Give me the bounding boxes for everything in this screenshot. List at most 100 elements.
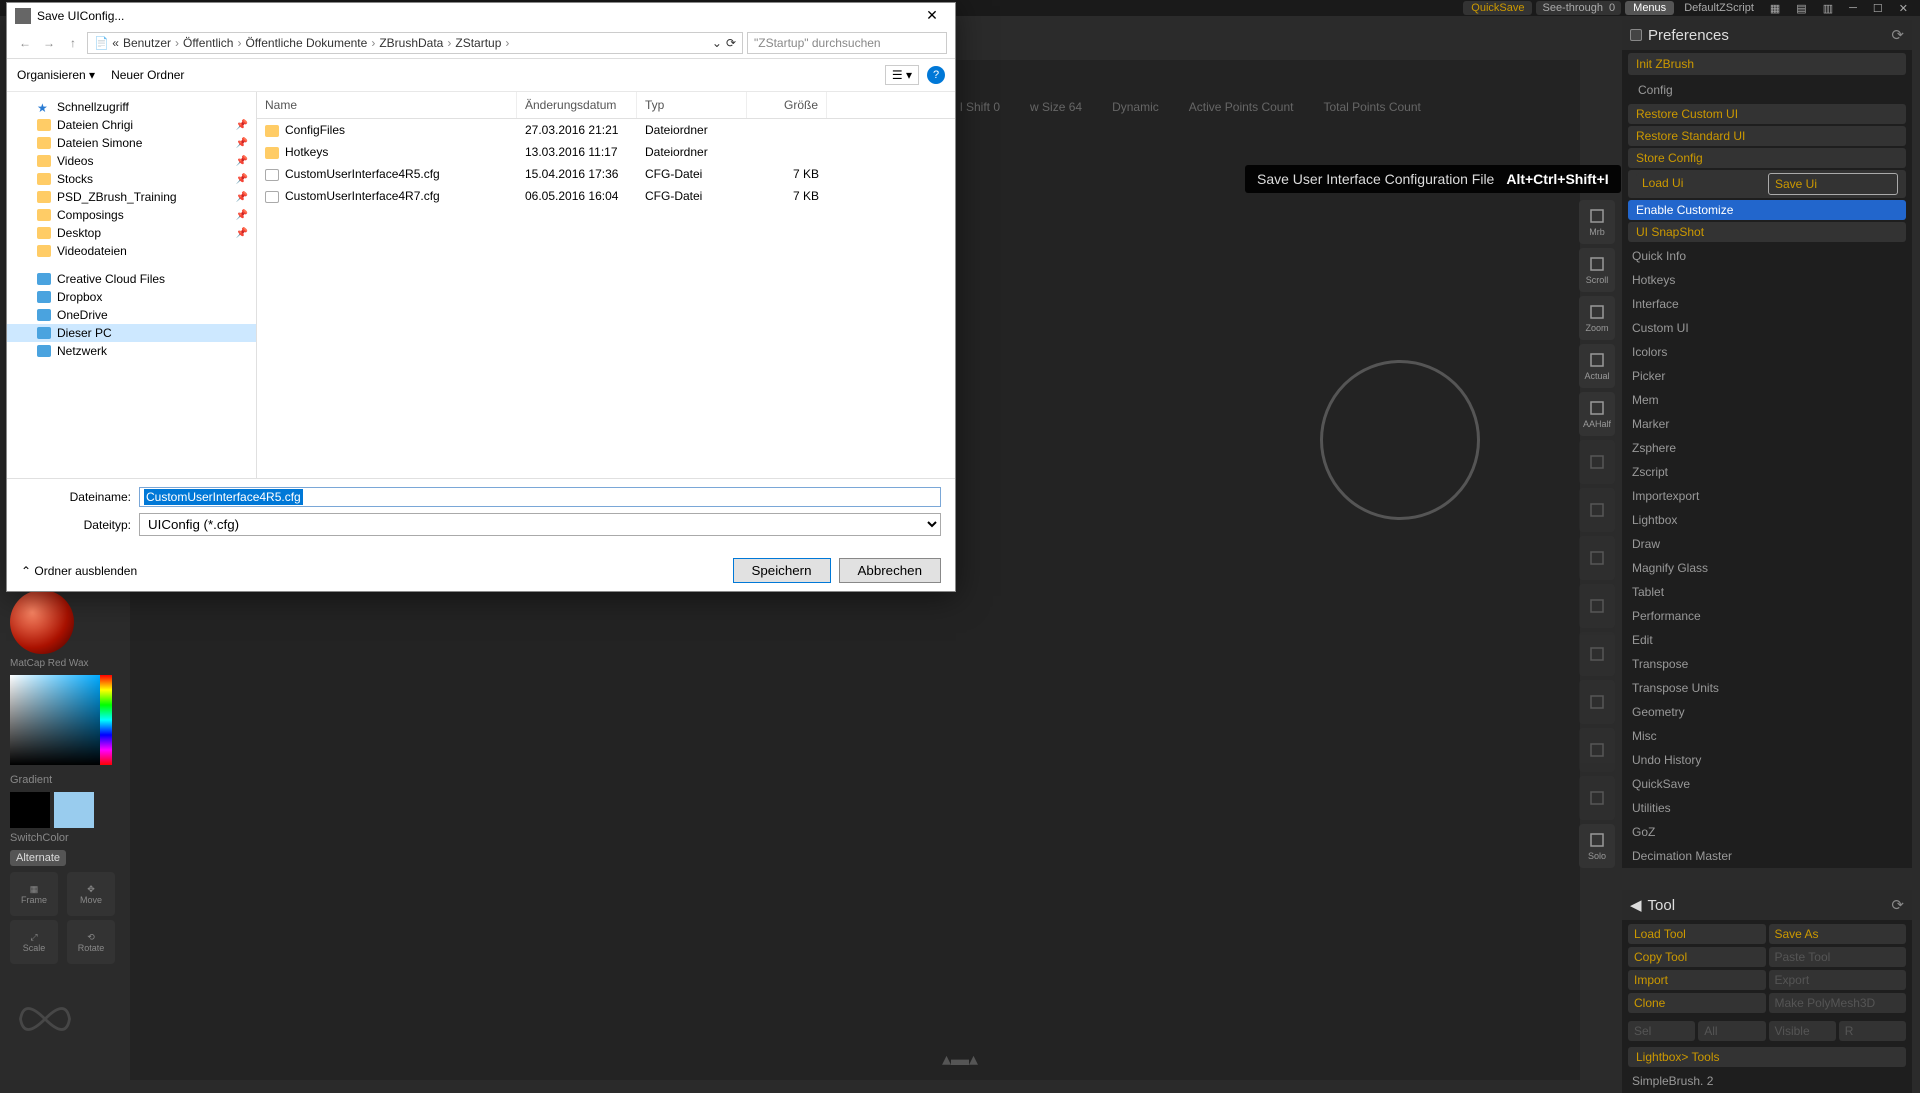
load-ui-button[interactable]: Load Ui bbox=[1636, 173, 1764, 195]
close-icon[interactable]: ✕ bbox=[1893, 2, 1914, 15]
filetype-select[interactable]: UIConfig (*.cfg) bbox=[139, 513, 941, 536]
enable-customize-toggle[interactable]: Enable Customize bbox=[1628, 200, 1906, 220]
pref-section-draw[interactable]: Draw bbox=[1622, 532, 1912, 556]
tree-item-videodateien[interactable]: Videodateien bbox=[7, 242, 256, 260]
hide-folders-toggle[interactable]: ⌃ Ordner ausblenden bbox=[21, 564, 137, 578]
tree-item-videos[interactable]: Videos📌 bbox=[7, 152, 256, 170]
tree-item-netzwerk[interactable]: Netzwerk bbox=[7, 342, 256, 360]
filename-input[interactable]: CustomUserInterface4R5.cfg bbox=[139, 487, 941, 507]
pref-section-custom-ui[interactable]: Custom UI bbox=[1622, 316, 1912, 340]
swatch-secondary[interactable] bbox=[54, 792, 94, 828]
ui-snapshot-button[interactable]: UI SnapShot bbox=[1628, 222, 1906, 242]
scale-button[interactable]: ⤢Scale bbox=[10, 920, 58, 964]
nav-Solo[interactable]: Solo bbox=[1579, 824, 1615, 868]
color-picker[interactable] bbox=[10, 675, 100, 765]
nav-Scroll[interactable]: Scroll bbox=[1579, 248, 1615, 292]
checkbox-icon[interactable] bbox=[1630, 29, 1642, 41]
close-button[interactable]: ✕ bbox=[917, 7, 947, 24]
init-zbrush-button[interactable]: Init ZBrush bbox=[1628, 53, 1906, 75]
pref-section-icolors[interactable]: Icolors bbox=[1622, 340, 1912, 364]
import-button[interactable]: Import bbox=[1628, 970, 1766, 990]
tree-item-dieser-pc[interactable]: Dieser PC bbox=[7, 324, 256, 342]
nav-button[interactable] bbox=[1579, 680, 1615, 724]
tree-item-creative-cloud-files[interactable]: Creative Cloud Files bbox=[7, 270, 256, 288]
nav-button[interactable] bbox=[1579, 632, 1615, 676]
frame-button[interactable]: ▦Frame bbox=[10, 872, 58, 916]
file-row[interactable]: Hotkeys13.03.2016 11:17Dateiordner bbox=[257, 141, 955, 163]
tree-item-onedrive[interactable]: OneDrive bbox=[7, 306, 256, 324]
tree-item-dateien-simone[interactable]: Dateien Simone📌 bbox=[7, 134, 256, 152]
nav-Mrb[interactable]: Mrb bbox=[1579, 200, 1615, 244]
pref-section-interface[interactable]: Interface bbox=[1622, 292, 1912, 316]
pref-section-misc[interactable]: Misc bbox=[1622, 724, 1912, 748]
pref-section-magnify-glass[interactable]: Magnify Glass bbox=[1622, 556, 1912, 580]
tree-item-psd_zbrush_training[interactable]: PSD_ZBrush_Training📌 bbox=[7, 188, 256, 206]
new-folder-button[interactable]: Neuer Ordner bbox=[111, 68, 184, 82]
minimize-icon[interactable]: ─ bbox=[1843, 2, 1863, 14]
pref-section-hotkeys[interactable]: Hotkeys bbox=[1622, 268, 1912, 292]
pref-section-geometry[interactable]: Geometry bbox=[1622, 700, 1912, 724]
load-tool-button[interactable]: Load Tool bbox=[1628, 924, 1766, 944]
lightbox-tools-button[interactable]: Lightbox> Tools bbox=[1628, 1047, 1906, 1067]
file-row[interactable]: CustomUserInterface4R5.cfg15.04.2016 17:… bbox=[257, 163, 955, 185]
nav-button[interactable] bbox=[1579, 584, 1615, 628]
config-section[interactable]: Config bbox=[1622, 78, 1912, 102]
pref-section-mem[interactable]: Mem bbox=[1622, 388, 1912, 412]
file-row[interactable]: ConfigFiles27.03.2016 21:21Dateiordner bbox=[257, 119, 955, 141]
view-mode-button[interactable]: ☰ ▾ bbox=[885, 65, 919, 85]
titlebar-icon[interactable]: ▥ bbox=[1817, 2, 1839, 15]
tool-header[interactable]: ◀Tool ⟳ bbox=[1622, 890, 1912, 920]
tree-item-desktop[interactable]: Desktop📌 bbox=[7, 224, 256, 242]
pref-section-transpose-units[interactable]: Transpose Units bbox=[1622, 676, 1912, 700]
move-button[interactable]: ✥Move bbox=[67, 872, 115, 916]
col-size[interactable]: Größe bbox=[747, 92, 827, 118]
titlebar-icon[interactable]: ▤ bbox=[1790, 2, 1812, 15]
store-config-button[interactable]: Store Config bbox=[1628, 148, 1906, 168]
cancel-button[interactable]: Abbrechen bbox=[839, 558, 941, 583]
pref-section-utilities[interactable]: Utilities bbox=[1622, 796, 1912, 820]
restore-custom-ui-button[interactable]: Restore Custom UI bbox=[1628, 104, 1906, 124]
refresh-icon[interactable]: ⟳ bbox=[1891, 26, 1904, 44]
pref-section-edit[interactable]: Edit bbox=[1622, 628, 1912, 652]
tree-item-dateien-chrigi[interactable]: Dateien Chrigi📌 bbox=[7, 116, 256, 134]
nav-button[interactable] bbox=[1579, 536, 1615, 580]
pref-section-quick-info[interactable]: Quick Info bbox=[1622, 244, 1912, 268]
col-type[interactable]: Typ bbox=[637, 92, 747, 118]
nav-AAHalf[interactable]: AAHalf bbox=[1579, 392, 1615, 436]
defaultscript-label[interactable]: DefaultZScript bbox=[1678, 2, 1760, 14]
up-button[interactable]: ↑ bbox=[63, 36, 83, 50]
tree-item-dropbox[interactable]: Dropbox bbox=[7, 288, 256, 306]
col-date[interactable]: Änderungsdatum bbox=[517, 92, 637, 118]
quicksave-button[interactable]: QuickSave bbox=[1463, 1, 1532, 15]
titlebar-icon[interactable]: ▦ bbox=[1764, 2, 1786, 15]
pref-section-zsphere[interactable]: Zsphere bbox=[1622, 436, 1912, 460]
pref-section-importexport[interactable]: Importexport bbox=[1622, 484, 1912, 508]
pref-section-lightbox[interactable]: Lightbox bbox=[1622, 508, 1912, 532]
matcap-preview[interactable] bbox=[10, 590, 74, 654]
simplebrush-label[interactable]: SimpleBrush. 2 bbox=[1622, 1069, 1912, 1093]
pref-section-quicksave[interactable]: QuickSave bbox=[1622, 772, 1912, 796]
alternate-button[interactable]: Alternate bbox=[10, 850, 66, 866]
nav-button[interactable] bbox=[1579, 728, 1615, 772]
nav-Actual[interactable]: Actual bbox=[1579, 344, 1615, 388]
nav-Zoom[interactable]: Zoom bbox=[1579, 296, 1615, 340]
help-button[interactable]: ? bbox=[927, 66, 945, 84]
pref-section-tablet[interactable]: Tablet bbox=[1622, 580, 1912, 604]
save-ui-button[interactable]: Save Ui bbox=[1768, 173, 1898, 195]
save-as-button[interactable]: Save As bbox=[1769, 924, 1907, 944]
tree-item-composings[interactable]: Composings📌 bbox=[7, 206, 256, 224]
pref-section-marker[interactable]: Marker bbox=[1622, 412, 1912, 436]
forward-button[interactable]: → bbox=[39, 36, 59, 50]
pref-section-performance[interactable]: Performance bbox=[1622, 604, 1912, 628]
clone-button[interactable]: Clone bbox=[1628, 993, 1766, 1013]
col-name[interactable]: Name bbox=[257, 92, 517, 118]
back-button[interactable]: ← bbox=[15, 36, 35, 50]
copy-tool-button[interactable]: Copy Tool bbox=[1628, 947, 1766, 967]
save-button[interactable]: Speichern bbox=[733, 558, 831, 583]
search-input[interactable]: "ZStartup" durchsuchen bbox=[747, 32, 947, 54]
swatch-main[interactable] bbox=[10, 792, 50, 828]
pref-section-goz[interactable]: GoZ bbox=[1622, 820, 1912, 844]
menus-button[interactable]: Menus bbox=[1625, 1, 1674, 15]
file-row[interactable]: CustomUserInterface4R7.cfg06.05.2016 16:… bbox=[257, 185, 955, 207]
hue-slider[interactable] bbox=[100, 675, 112, 765]
